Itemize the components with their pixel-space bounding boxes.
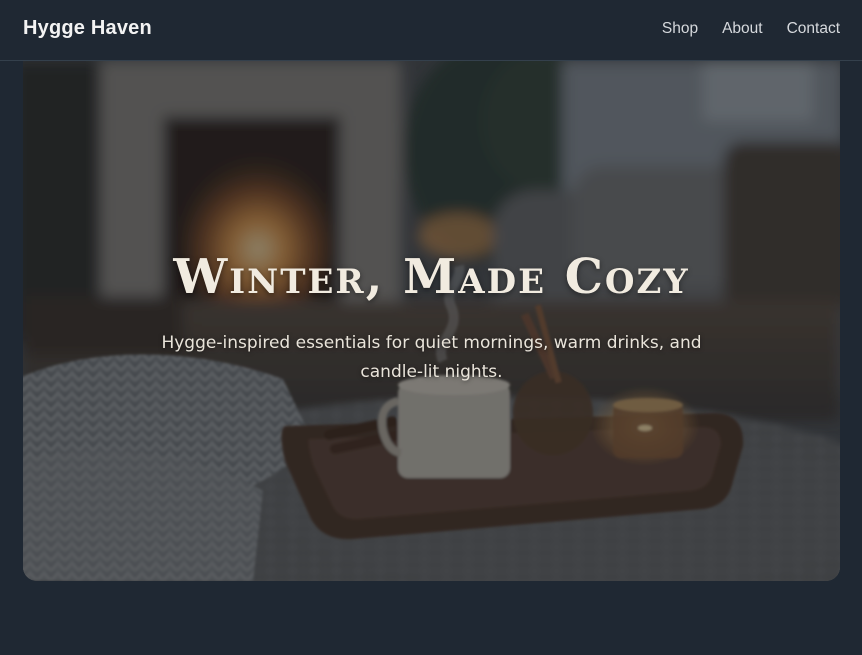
nav-shop-link[interactable]: Shop <box>662 20 698 38</box>
main-nav: Shop About Contact <box>662 20 840 38</box>
hero-subtitle: Hygge-inspired essentials for quiet morn… <box>161 333 702 382</box>
site-header: Hygge Haven Shop About Contact <box>0 0 862 61</box>
hero-title: Winter, Made Cozy <box>173 249 690 305</box>
nav-contact-link[interactable]: Contact <box>787 20 840 38</box>
hero-section: Winter, Made Cozy Hygge-inspired essenti… <box>23 61 840 581</box>
nav-about-link[interactable]: About <box>722 20 763 38</box>
hero-overlay <box>23 61 840 581</box>
brand-logo[interactable]: Hygge Haven <box>23 17 152 40</box>
